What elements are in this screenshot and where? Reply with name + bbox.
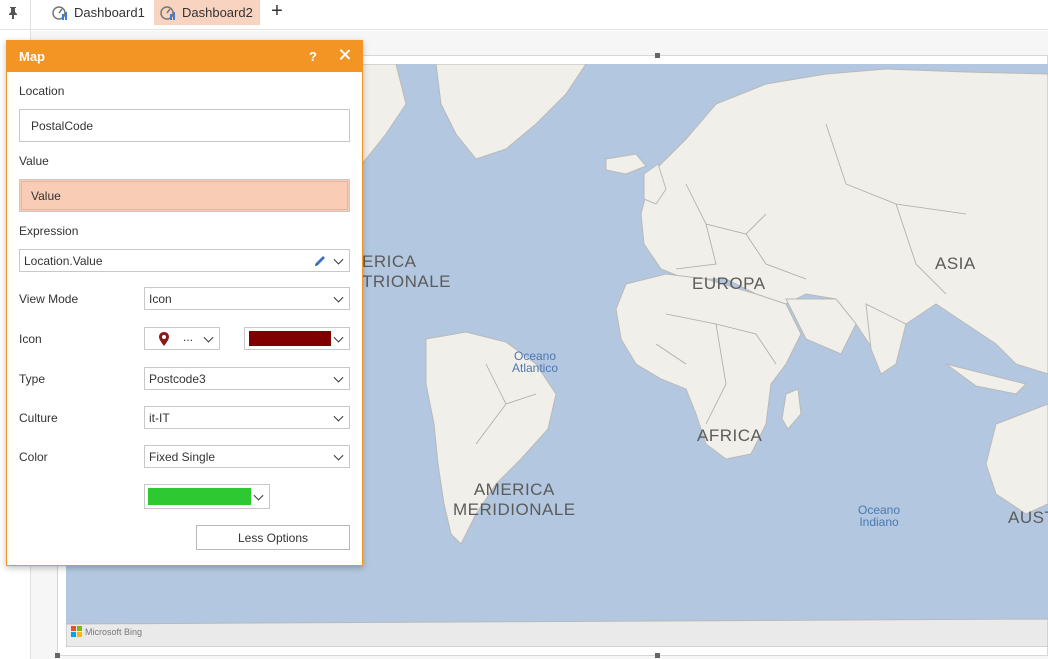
value-label: Value <box>19 154 49 168</box>
fixed-color-swatch <box>148 488 251 505</box>
icon-picker[interactable]: ... <box>144 327 220 350</box>
label-south-america-line1: AMERICA <box>473 480 555 499</box>
less-options-button[interactable]: Less Options <box>196 525 350 550</box>
pencil-icon[interactable] <box>313 254 327 271</box>
bing-attribution: Microsoft Bing <box>71 626 142 637</box>
label-asia: ASIA <box>935 254 976 273</box>
chevron-down-icon <box>333 411 344 422</box>
type-dropdown[interactable]: Postcode3 <box>144 367 350 390</box>
view-mode-value: Icon <box>149 291 172 306</box>
panel-title: Map <box>19 49 45 64</box>
indian-line2: Indiano <box>859 515 899 529</box>
icon-picker-text: ... <box>183 330 194 344</box>
panel-header[interactable]: Map ? <box>7 41 362 72</box>
map-marker-icon <box>159 332 169 349</box>
color-mode-value: Fixed Single <box>149 449 216 464</box>
tab-label: Dashboard2 <box>182 5 253 20</box>
chevron-down-icon <box>333 254 344 265</box>
label-north-america: ERICA TRIONALE <box>362 252 451 292</box>
label-australia: AUST <box>1008 508 1048 527</box>
dashboard-icon <box>160 5 176 21</box>
label-atlantic-ocean: Oceano Atlantico <box>512 350 558 374</box>
value-value: Value <box>31 188 61 203</box>
resize-handle-bottom-left[interactable] <box>55 653 60 658</box>
chevron-down-icon <box>333 450 344 461</box>
expression-label: Expression <box>19 224 79 238</box>
icon-color-swatch <box>249 331 331 346</box>
label-europe: EUROPA <box>692 274 766 293</box>
label-north-america-line2: TRIONALE <box>362 272 452 291</box>
value-field[interactable]: Value <box>19 179 350 212</box>
view-mode-label: View Mode <box>19 292 79 306</box>
chevron-down-icon <box>333 292 344 303</box>
plus-icon[interactable]: + <box>267 1 287 22</box>
chevron-down-icon <box>333 332 344 343</box>
color-label: Color <box>19 450 48 464</box>
app-root: Dashboard1 Dashboard2 + ERICA TRIONALE E… <box>0 0 1048 659</box>
tab-label: Dashboard1 <box>74 5 145 20</box>
type-label: Type <box>19 372 46 386</box>
culture-label: Culture <box>19 411 58 425</box>
culture-value: it-IT <box>149 410 170 425</box>
chevron-down-icon <box>203 332 214 343</box>
type-value: Postcode3 <box>149 371 206 386</box>
label-north-america-line1: ERICA <box>362 252 417 271</box>
dashboard-icon <box>52 5 68 21</box>
chevron-down-icon <box>333 372 344 383</box>
expression-value: Location.Value <box>24 253 103 268</box>
tab-bar: Dashboard1 Dashboard2 + <box>0 0 1048 30</box>
microsoft-logo-icon <box>71 626 82 637</box>
pin-icon[interactable] <box>8 6 22 22</box>
location-field[interactable]: PostalCode <box>19 109 350 142</box>
color-mode-dropdown[interactable]: Fixed Single <box>144 445 350 468</box>
location-value: PostalCode <box>31 118 94 133</box>
label-africa: AFRICA <box>697 426 763 445</box>
resize-handle-top[interactable] <box>655 53 660 58</box>
expression-dropdown[interactable]: Location.Value <box>19 249 350 272</box>
help-icon[interactable]: ? <box>309 49 317 64</box>
view-mode-dropdown[interactable]: Icon <box>144 287 350 310</box>
chevron-down-icon <box>253 490 264 501</box>
attribution-text: Microsoft Bing <box>85 626 143 637</box>
tab-dashboard1[interactable]: Dashboard1 <box>46 0 155 25</box>
atlantic-line2: Atlantico <box>512 361 559 375</box>
tab-dashboard2[interactable]: Dashboard2 <box>154 0 260 25</box>
value-field-inner <box>21 181 348 210</box>
resize-handle-bottom[interactable] <box>655 653 660 658</box>
close-icon[interactable] <box>338 47 352 61</box>
icon-label: Icon <box>19 332 42 346</box>
label-south-america-line2: MERIDIONALE <box>453 500 576 519</box>
location-label: Location <box>19 84 65 98</box>
culture-dropdown[interactable]: it-IT <box>144 406 350 429</box>
label-south-america: AMERICA MERIDIONALE <box>453 480 576 520</box>
map-properties-panel: Map ? Location PostalCode Value Value Ex… <box>6 40 363 566</box>
label-indian-ocean: Oceano Indiano <box>858 504 900 528</box>
fixed-color-picker[interactable] <box>144 484 270 509</box>
icon-color-picker[interactable] <box>244 327 350 350</box>
